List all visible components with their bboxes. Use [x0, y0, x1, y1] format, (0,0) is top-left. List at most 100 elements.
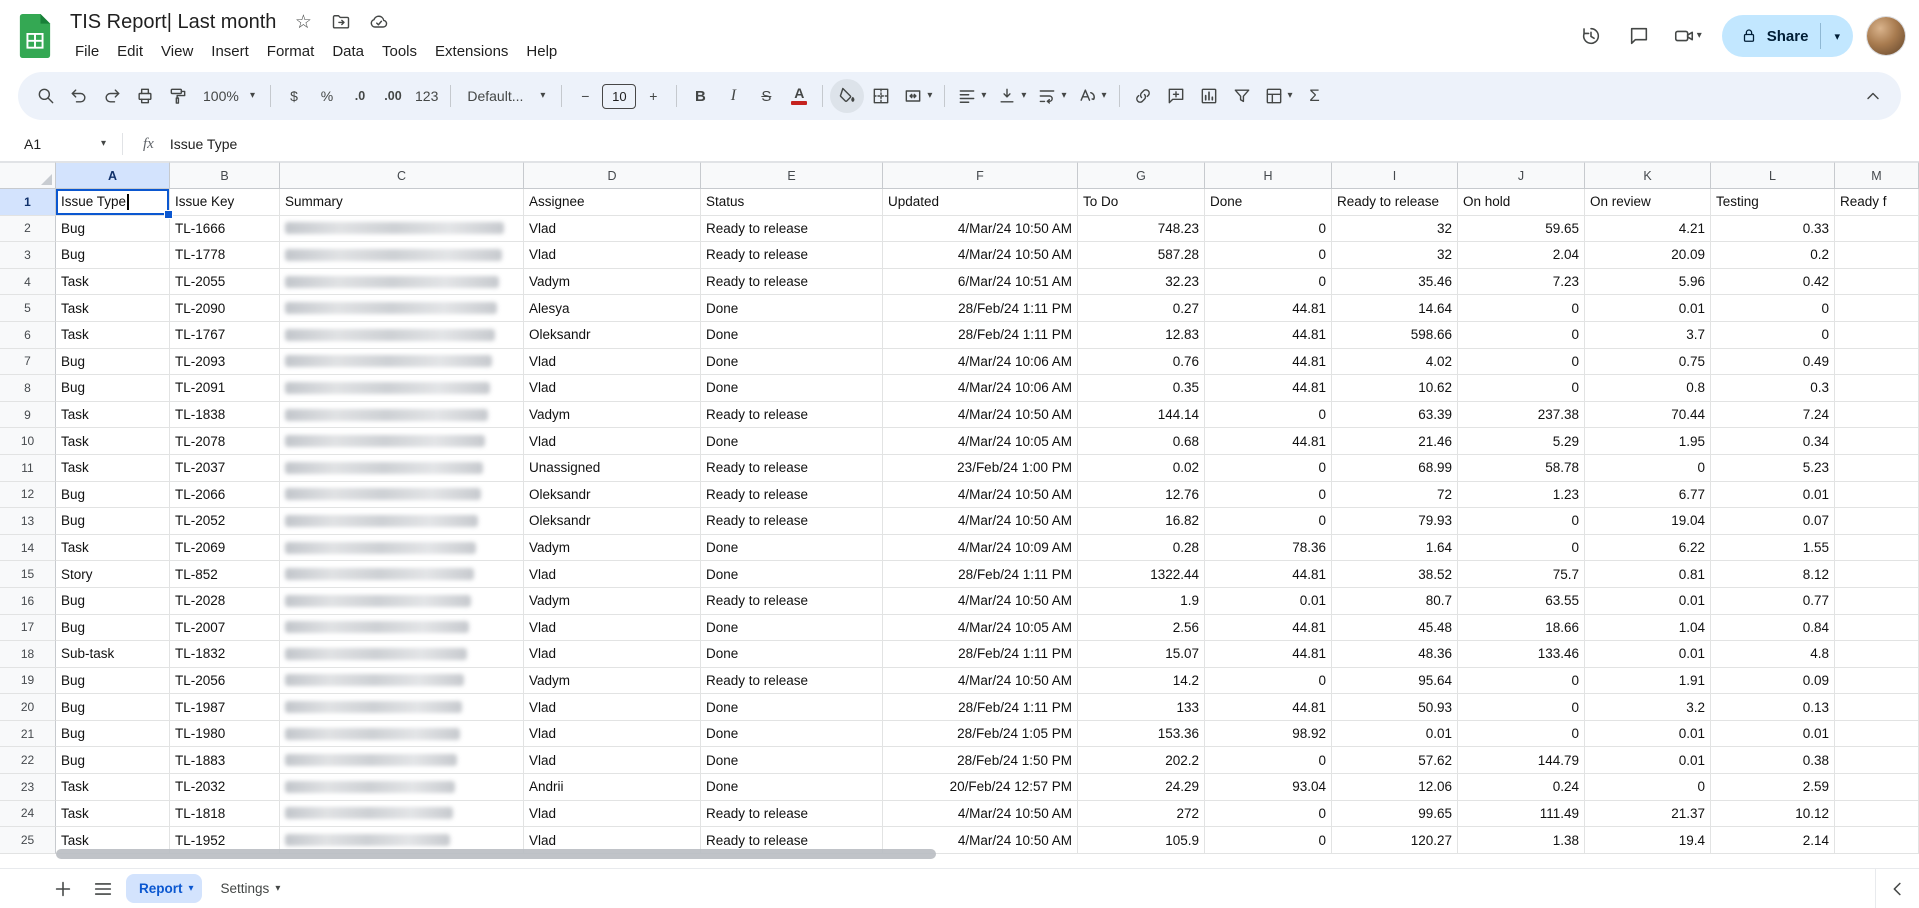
cell-C12[interactable]: [280, 482, 524, 509]
cell-G22[interactable]: 202.2: [1078, 747, 1205, 774]
cell-E15[interactable]: Done: [701, 561, 883, 588]
format-currency-button[interactable]: $: [278, 79, 310, 113]
cell-K22[interactable]: 0.01: [1585, 747, 1711, 774]
cell-G3[interactable]: 587.28: [1078, 242, 1205, 269]
cell-J1[interactable]: On hold: [1458, 189, 1585, 216]
cell-H4[interactable]: 0: [1205, 269, 1332, 296]
cloud-status-icon[interactable]: [362, 8, 396, 36]
cell-K12[interactable]: 6.77: [1585, 482, 1711, 509]
increase-decimal-button[interactable]: .00: [377, 79, 409, 113]
cell-H18[interactable]: 44.81: [1205, 641, 1332, 668]
cell-M3[interactable]: [1835, 242, 1919, 269]
cell-J16[interactable]: 63.55: [1458, 588, 1585, 615]
row-header-15[interactable]: 15: [0, 561, 56, 588]
cell-M25[interactable]: [1835, 827, 1919, 854]
cell-I24[interactable]: 99.65: [1332, 801, 1458, 828]
cell-K19[interactable]: 1.91: [1585, 668, 1711, 695]
cell-E22[interactable]: Done: [701, 747, 883, 774]
cell-M2[interactable]: [1835, 216, 1919, 243]
cell-E16[interactable]: Ready to release: [701, 588, 883, 615]
cell-H10[interactable]: 44.81: [1205, 428, 1332, 455]
text-rotation-button[interactable]: ▾: [1072, 79, 1111, 113]
cell-F15[interactable]: 28/Feb/24 1:11 PM: [883, 561, 1078, 588]
functions-button[interactable]: Σ: [1299, 79, 1331, 113]
cell-F21[interactable]: 28/Feb/24 1:05 PM: [883, 721, 1078, 748]
cell-A2[interactable]: Bug: [56, 216, 170, 243]
cell-D6[interactable]: Oleksandr: [524, 322, 701, 349]
cell-M19[interactable]: [1835, 668, 1919, 695]
cell-K25[interactable]: 19.4: [1585, 827, 1711, 854]
cell-I1[interactable]: Ready to release: [1332, 189, 1458, 216]
cell-G10[interactable]: 0.68: [1078, 428, 1205, 455]
cell-B5[interactable]: TL-2090: [170, 295, 280, 322]
cell-H8[interactable]: 44.81: [1205, 375, 1332, 402]
cell-A15[interactable]: Story: [56, 561, 170, 588]
cell-B14[interactable]: TL-2069: [170, 535, 280, 562]
cell-H17[interactable]: 44.81: [1205, 615, 1332, 642]
cell-I21[interactable]: 0.01: [1332, 721, 1458, 748]
cell-H6[interactable]: 44.81: [1205, 322, 1332, 349]
cell-D23[interactable]: Andrii: [524, 774, 701, 801]
cell-E19[interactable]: Ready to release: [701, 668, 883, 695]
row-header-6[interactable]: 6: [0, 322, 56, 349]
cell-M18[interactable]: [1835, 641, 1919, 668]
cell-K16[interactable]: 0.01: [1585, 588, 1711, 615]
cell-E12[interactable]: Ready to release: [701, 482, 883, 509]
strikethrough-button[interactable]: S: [750, 79, 782, 113]
cell-D24[interactable]: Vlad: [524, 801, 701, 828]
column-header-H[interactable]: H: [1205, 162, 1332, 189]
cell-E10[interactable]: Done: [701, 428, 883, 455]
document-title[interactable]: TIS Report| Last month: [64, 10, 282, 35]
cell-E17[interactable]: Done: [701, 615, 883, 642]
cell-A1[interactable]: Issue Type: [56, 189, 170, 216]
row-header-2[interactable]: 2: [0, 216, 56, 243]
cell-J21[interactable]: 0: [1458, 721, 1585, 748]
cell-B16[interactable]: TL-2028: [170, 588, 280, 615]
cell-D20[interactable]: Vlad: [524, 694, 701, 721]
join-call-button[interactable]: ▾: [1665, 14, 1710, 58]
redo-button[interactable]: [96, 79, 128, 113]
cell-K11[interactable]: 0: [1585, 455, 1711, 482]
cell-H13[interactable]: 0: [1205, 508, 1332, 535]
cell-A22[interactable]: Bug: [56, 747, 170, 774]
cell-I14[interactable]: 1.64: [1332, 535, 1458, 562]
insert-chart-button[interactable]: [1193, 79, 1225, 113]
cell-C19[interactable]: [280, 668, 524, 695]
share-button[interactable]: Share: [1722, 27, 1821, 45]
cell-J2[interactable]: 59.65: [1458, 216, 1585, 243]
horizontal-align-button[interactable]: ▾: [952, 79, 991, 113]
row-header-25[interactable]: 25: [0, 827, 56, 854]
cell-M14[interactable]: [1835, 535, 1919, 562]
cell-F12[interactable]: 4/Mar/24 10:50 AM: [883, 482, 1078, 509]
cell-K10[interactable]: 1.95: [1585, 428, 1711, 455]
row-header-21[interactable]: 21: [0, 721, 56, 748]
cell-L23[interactable]: 2.59: [1711, 774, 1835, 801]
cell-F6[interactable]: 28/Feb/24 1:11 PM: [883, 322, 1078, 349]
cell-D14[interactable]: Vadym: [524, 535, 701, 562]
font-size-input[interactable]: 10: [602, 84, 636, 109]
column-header-E[interactable]: E: [701, 162, 883, 189]
cell-D12[interactable]: Oleksandr: [524, 482, 701, 509]
menu-data[interactable]: Data: [323, 40, 373, 63]
cell-M8[interactable]: [1835, 375, 1919, 402]
cell-G23[interactable]: 24.29: [1078, 774, 1205, 801]
cell-F2[interactable]: 4/Mar/24 10:50 AM: [883, 216, 1078, 243]
cell-I18[interactable]: 48.36: [1332, 641, 1458, 668]
cell-A6[interactable]: Task: [56, 322, 170, 349]
cell-J19[interactable]: 0: [1458, 668, 1585, 695]
cell-C11[interactable]: [280, 455, 524, 482]
cell-C6[interactable]: [280, 322, 524, 349]
row-header-24[interactable]: 24: [0, 801, 56, 828]
cell-M4[interactable]: [1835, 269, 1919, 296]
hide-toolbar-button[interactable]: [1857, 79, 1889, 113]
cell-D3[interactable]: Vlad: [524, 242, 701, 269]
cell-G2[interactable]: 748.23: [1078, 216, 1205, 243]
row-header-5[interactable]: 5: [0, 295, 56, 322]
cell-M7[interactable]: [1835, 349, 1919, 376]
menu-file[interactable]: File: [66, 40, 108, 63]
cell-I5[interactable]: 14.64: [1332, 295, 1458, 322]
cell-H9[interactable]: 0: [1205, 402, 1332, 429]
cell-C18[interactable]: [280, 641, 524, 668]
cell-M9[interactable]: [1835, 402, 1919, 429]
cell-I16[interactable]: 80.7: [1332, 588, 1458, 615]
